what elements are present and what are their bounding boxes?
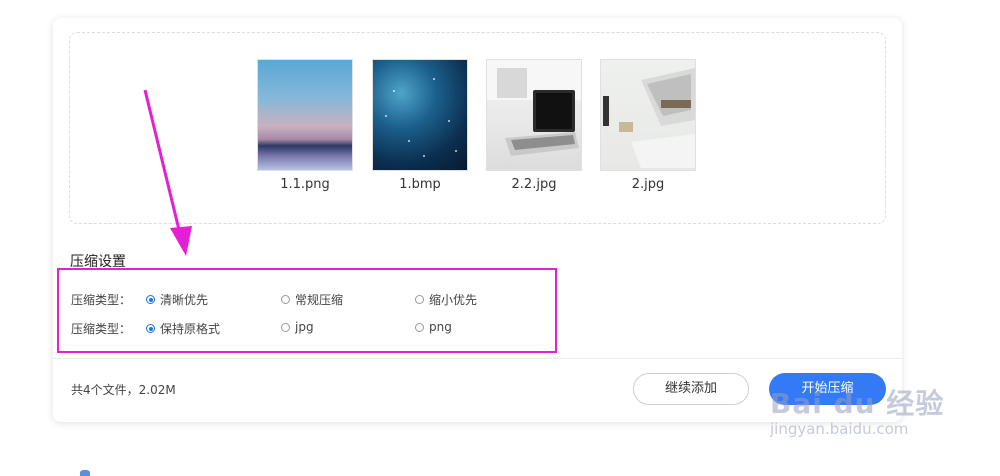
compress-panel: 1.1.png 1.bmp 2.2.jpg 2.jpg 压缩设置 压缩类型： 清… <box>53 18 902 422</box>
divider <box>53 358 902 359</box>
file-name: 2.jpg <box>631 177 665 192</box>
add-more-button[interactable]: 继续添加 <box>633 373 749 405</box>
file-summary: 共4个文件，2.02M <box>71 383 176 397</box>
watermark-sub: jingyan.baidu.com <box>770 420 909 438</box>
file-item[interactable]: 1.bmp <box>372 59 468 192</box>
partial-icon <box>80 470 90 476</box>
file-dropzone[interactable]: 1.1.png 1.bmp 2.2.jpg 2.jpg <box>69 32 886 224</box>
watermark-main: Bai du 经验 <box>770 387 945 420</box>
baidu-watermark: Bai du 经验 jingyan.baidu.com <box>770 382 944 438</box>
file-item[interactable]: 2.jpg <box>600 59 696 192</box>
file-thumbnail <box>372 59 468 171</box>
file-item[interactable]: 1.1.png <box>257 59 353 192</box>
file-item[interactable]: 2.2.jpg <box>486 59 582 192</box>
file-thumbnail <box>600 59 696 171</box>
annotation-highlight-box <box>57 268 557 353</box>
file-name: 1.bmp <box>399 177 441 192</box>
file-thumbnail <box>257 59 353 171</box>
file-name: 1.1.png <box>280 177 330 192</box>
file-thumbnail <box>486 59 582 171</box>
file-name: 2.2.jpg <box>511 177 557 192</box>
